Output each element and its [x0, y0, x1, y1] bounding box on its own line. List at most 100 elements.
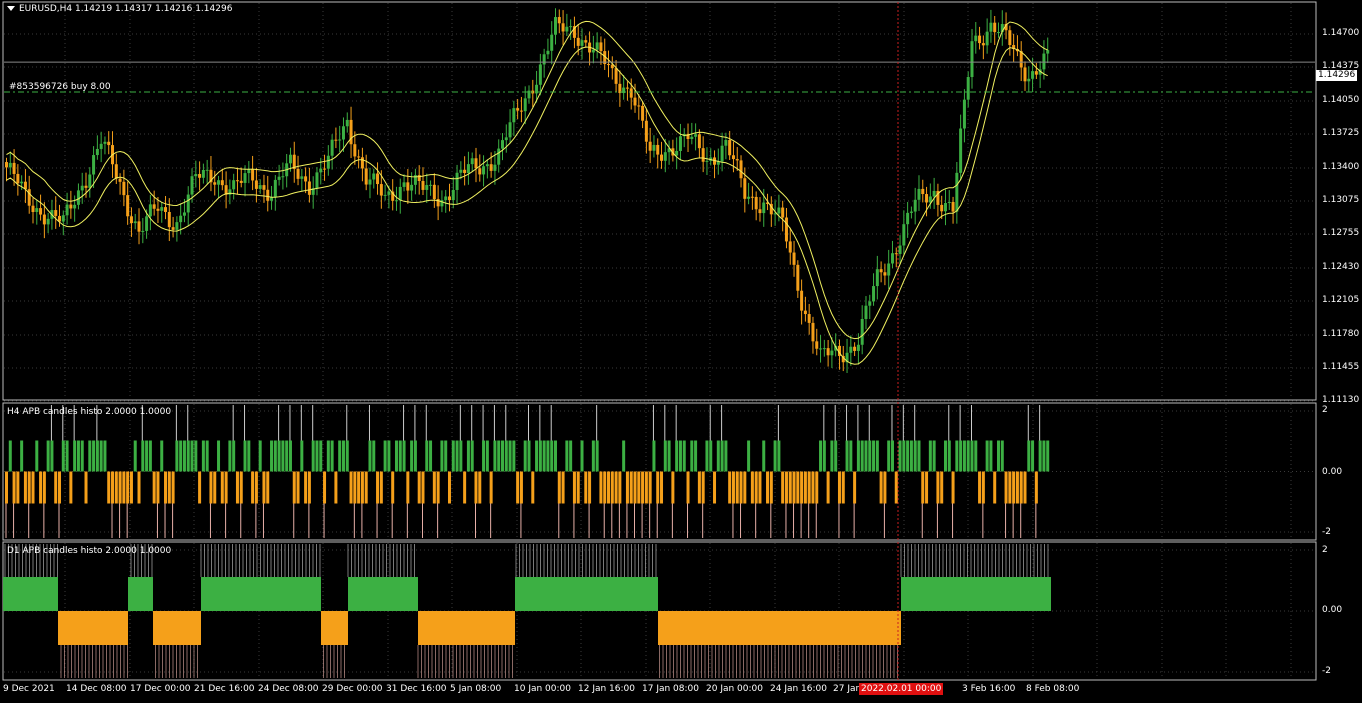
candle[interactable]: [1008, 30, 1012, 46]
h4-bar[interactable]: [300, 440, 304, 472]
h4-bar[interactable]: [887, 440, 891, 472]
h4-bar[interactable]: [145, 440, 149, 472]
h4-bar[interactable]: [1004, 471, 1008, 504]
candle[interactable]: [156, 208, 160, 211]
candle[interactable]: [402, 182, 406, 187]
candle[interactable]: [996, 32, 1000, 34]
h4-bar[interactable]: [463, 471, 467, 504]
candle[interactable]: [129, 216, 133, 224]
candle[interactable]: [959, 128, 963, 173]
candle[interactable]: [220, 180, 224, 186]
h4-bar[interactable]: [148, 440, 152, 472]
candle[interactable]: [160, 207, 164, 211]
h4-bar[interactable]: [550, 440, 554, 472]
h4-bar[interactable]: [610, 471, 614, 504]
candle[interactable]: [932, 190, 936, 197]
candle[interactable]: [497, 148, 501, 165]
h4-bar[interactable]: [406, 471, 410, 504]
h4-bar[interactable]: [671, 471, 675, 504]
h4-bar[interactable]: [883, 471, 887, 504]
h4-bar[interactable]: [39, 471, 43, 504]
candle[interactable]: [868, 301, 872, 306]
candle[interactable]: [569, 26, 573, 28]
h4-bar[interactable]: [436, 471, 440, 504]
candle[interactable]: [152, 204, 156, 209]
h4-bar[interactable]: [402, 440, 406, 472]
candle[interactable]: [777, 207, 781, 214]
candle[interactable]: [213, 182, 217, 185]
h4-bar[interactable]: [519, 471, 523, 504]
h4-bar[interactable]: [508, 440, 512, 472]
candle[interactable]: [235, 180, 239, 182]
h4-bar[interactable]: [20, 440, 24, 472]
h4-bar[interactable]: [12, 471, 16, 504]
dropdown-triangle-icon[interactable]: [7, 6, 15, 11]
h4-bar[interactable]: [675, 440, 679, 472]
h4-bar[interactable]: [455, 440, 459, 472]
candle[interactable]: [519, 110, 523, 112]
h4-bar[interactable]: [890, 440, 894, 472]
candle[interactable]: [201, 169, 205, 178]
candle[interactable]: [508, 122, 512, 138]
h4-bar[interactable]: [364, 471, 368, 504]
candle[interactable]: [364, 168, 368, 185]
candle[interactable]: [148, 204, 152, 217]
candle[interactable]: [164, 207, 168, 212]
h4-bar[interactable]: [1038, 440, 1042, 472]
candle[interactable]: [758, 209, 762, 214]
candle[interactable]: [281, 176, 285, 178]
h4-bar[interactable]: [73, 440, 77, 472]
candle[interactable]: [500, 140, 504, 149]
h4-bar[interactable]: [421, 471, 425, 504]
candle[interactable]: [307, 181, 311, 195]
h4-bar[interactable]: [251, 471, 255, 504]
candle[interactable]: [1042, 53, 1046, 70]
candle[interactable]: [198, 174, 202, 178]
h4-bar[interactable]: [622, 440, 626, 472]
h4-bar[interactable]: [1027, 440, 1031, 472]
candle[interactable]: [394, 200, 398, 202]
candle[interactable]: [103, 141, 107, 144]
h4-bar[interactable]: [360, 471, 364, 504]
d1-bar[interactable]: [515, 577, 658, 611]
h4-bar[interactable]: [65, 440, 69, 472]
candle[interactable]: [470, 158, 474, 165]
h4-bar[interactable]: [315, 440, 319, 472]
h4-bar[interactable]: [716, 440, 720, 472]
candle[interactable]: [970, 41, 974, 78]
h4-bar[interactable]: [561, 471, 565, 504]
h4-bar[interactable]: [758, 471, 762, 504]
candle[interactable]: [217, 180, 221, 185]
candle[interactable]: [800, 290, 804, 311]
h4-bar[interactable]: [523, 440, 527, 472]
h4-bar[interactable]: [281, 440, 285, 472]
h4-bar[interactable]: [61, 440, 65, 472]
candle[interactable]: [663, 152, 667, 161]
h4-bar[interactable]: [697, 471, 701, 504]
candle[interactable]: [724, 140, 728, 146]
h4-bar[interactable]: [126, 471, 130, 504]
candle[interactable]: [629, 88, 633, 98]
h4-bar[interactable]: [591, 440, 595, 472]
h4-bar[interactable]: [728, 471, 732, 504]
h4-bar[interactable]: [993, 471, 997, 504]
chart-canvas[interactable]: [0, 0, 1362, 700]
candle[interactable]: [557, 17, 561, 24]
candle[interactable]: [728, 140, 732, 156]
h4-bar[interactable]: [334, 471, 338, 504]
candle[interactable]: [974, 35, 978, 42]
candle[interactable]: [88, 174, 92, 188]
h4-bar[interactable]: [466, 440, 470, 472]
h4-bar[interactable]: [171, 471, 175, 504]
h4-bar[interactable]: [209, 471, 213, 504]
h4-bar[interactable]: [273, 440, 277, 472]
h4-bar[interactable]: [709, 440, 713, 472]
h4-bar[interactable]: [447, 471, 451, 504]
h4-bar[interactable]: [122, 471, 126, 504]
h4-bar[interactable]: [493, 440, 497, 472]
candle[interactable]: [614, 68, 618, 84]
h4-bar[interactable]: [307, 471, 311, 504]
order-line-label[interactable]: #853596726 buy 8.00: [9, 82, 111, 92]
h4-bar[interactable]: [724, 440, 728, 472]
h4-bar[interactable]: [853, 471, 857, 504]
